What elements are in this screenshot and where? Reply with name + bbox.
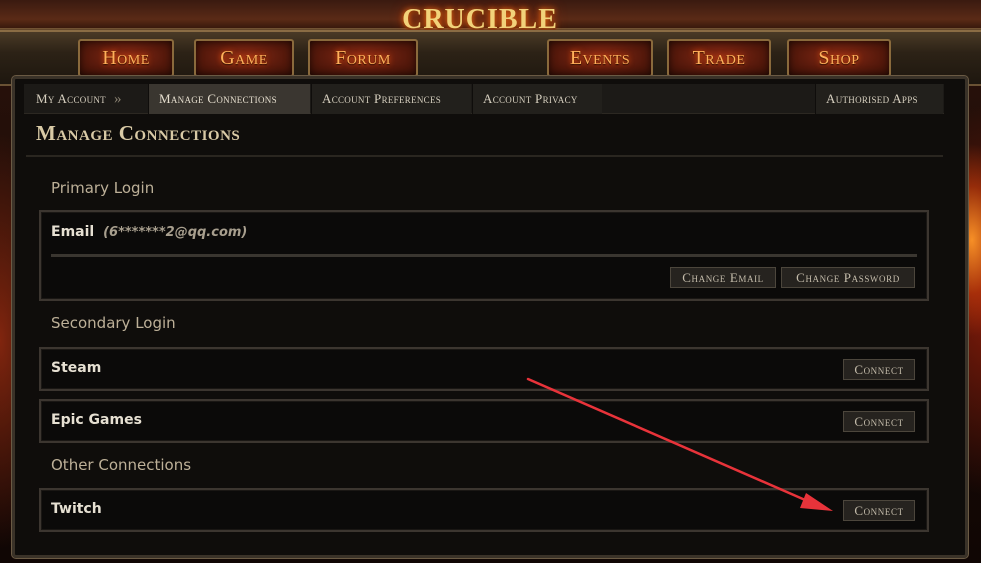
tab-account-preferences[interactable]: Account Preferences — [311, 84, 471, 114]
change-password-button[interactable]: Change Password — [781, 267, 915, 288]
primary-login-heading: Primary Login — [51, 179, 155, 197]
tab-authorised-apps[interactable]: Authorised Apps — [815, 84, 943, 114]
nav-game-button[interactable]: Game — [194, 39, 294, 77]
email-label: Email — [51, 224, 95, 240]
nav-events-button[interactable]: Events — [547, 39, 653, 77]
nav-forum-button[interactable]: Forum — [308, 39, 418, 77]
page-title: Manage Connections — [36, 121, 241, 145]
email-value: (6*******2@qq.com) — [103, 225, 248, 240]
steam-connect-button[interactable]: Connect — [843, 359, 915, 380]
title-divider — [26, 155, 943, 157]
secondary-login-heading: Secondary Login — [51, 314, 176, 332]
list-item — [39, 488, 929, 532]
email-divider — [51, 254, 917, 257]
breadcrumb-separator: » — [113, 90, 122, 107]
tab-account-privacy[interactable]: Account Privacy — [472, 84, 602, 114]
twitch-connect-button[interactable]: Connect — [843, 500, 915, 521]
breadcrumb-my-account[interactable]: My Account » — [26, 84, 148, 114]
list-item — [39, 399, 929, 443]
epic-games-label: Epic Games — [51, 412, 142, 428]
breadcrumb-label[interactable]: My Account — [36, 91, 106, 107]
list-item — [39, 347, 929, 391]
nav-trade-button[interactable]: Trade — [667, 39, 771, 77]
nav-shop-button[interactable]: Shop — [787, 39, 891, 77]
tab-manage-connections[interactable]: Manage Connections — [148, 84, 310, 114]
epic-games-connect-button[interactable]: Connect — [843, 411, 915, 432]
steam-label: Steam — [51, 360, 102, 376]
other-connections-heading: Other Connections — [51, 456, 192, 474]
email-row: Email (6*******2@qq.com) — [51, 224, 247, 240]
twitch-label: Twitch — [51, 501, 102, 517]
nav-home-button[interactable]: Home — [78, 39, 174, 77]
change-email-button[interactable]: Change Email — [670, 267, 776, 288]
